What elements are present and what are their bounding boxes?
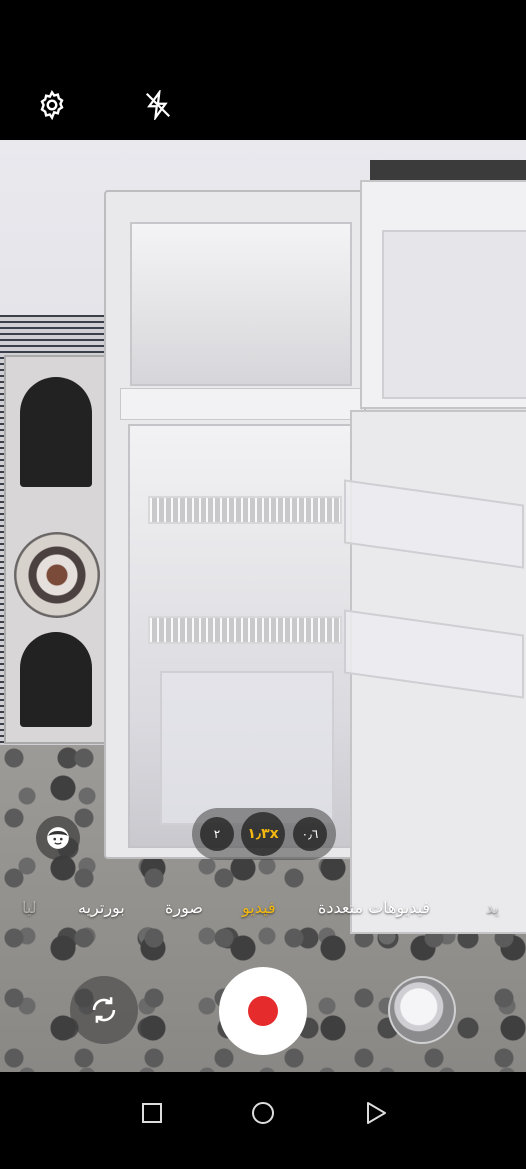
mode-video[interactable]: فيديو — [242, 898, 276, 917]
gallery-thumbnail[interactable] — [388, 976, 456, 1044]
system-navigation-bar — [0, 1072, 526, 1169]
flash-off-icon[interactable] — [139, 86, 177, 124]
mode-faded-right[interactable]: يد — [486, 898, 499, 917]
triangle-back-icon[interactable] — [363, 1100, 389, 1126]
zoom-selector: ٢ ١٫٣x ٠٫٦ — [192, 808, 336, 860]
mode-faded-left[interactable]: ليا — [22, 898, 37, 917]
zoom-2x-button[interactable]: ٢ — [200, 817, 234, 851]
circle-icon[interactable] — [250, 1100, 276, 1126]
gear-icon[interactable] — [33, 86, 71, 124]
mode-multi-video[interactable]: فيديوهات متعددة — [318, 898, 430, 917]
zoom-1.3x-button[interactable]: ١٫٣x — [241, 812, 285, 856]
scene-fridge-door — [344, 410, 526, 934]
zoom-0.6x-button[interactable]: ٠٫٦ — [293, 817, 327, 851]
square-icon[interactable] — [139, 1100, 165, 1126]
camera-mode-selector: ليا بورتريه صورة فيديو فيديوهات متعددة ي… — [0, 898, 526, 926]
record-dot-icon — [248, 996, 278, 1026]
mode-photo[interactable]: صورة — [165, 898, 203, 917]
mode-portrait[interactable]: بورتريه — [78, 898, 125, 917]
record-button[interactable] — [219, 967, 307, 1055]
scene-freezer-door — [360, 180, 526, 409]
camera-viewfinder[interactable]: ٢ ١٫٣x ٠٫٦ ليا بورتريه صورة فيديو فيديوه… — [0, 140, 526, 1072]
switch-camera-icon[interactable] — [70, 976, 138, 1044]
camera-top-bar — [0, 0, 526, 140]
scene-cabinet — [0, 315, 112, 745]
scene-fridge — [104, 190, 366, 859]
face-icon[interactable] — [36, 816, 80, 860]
